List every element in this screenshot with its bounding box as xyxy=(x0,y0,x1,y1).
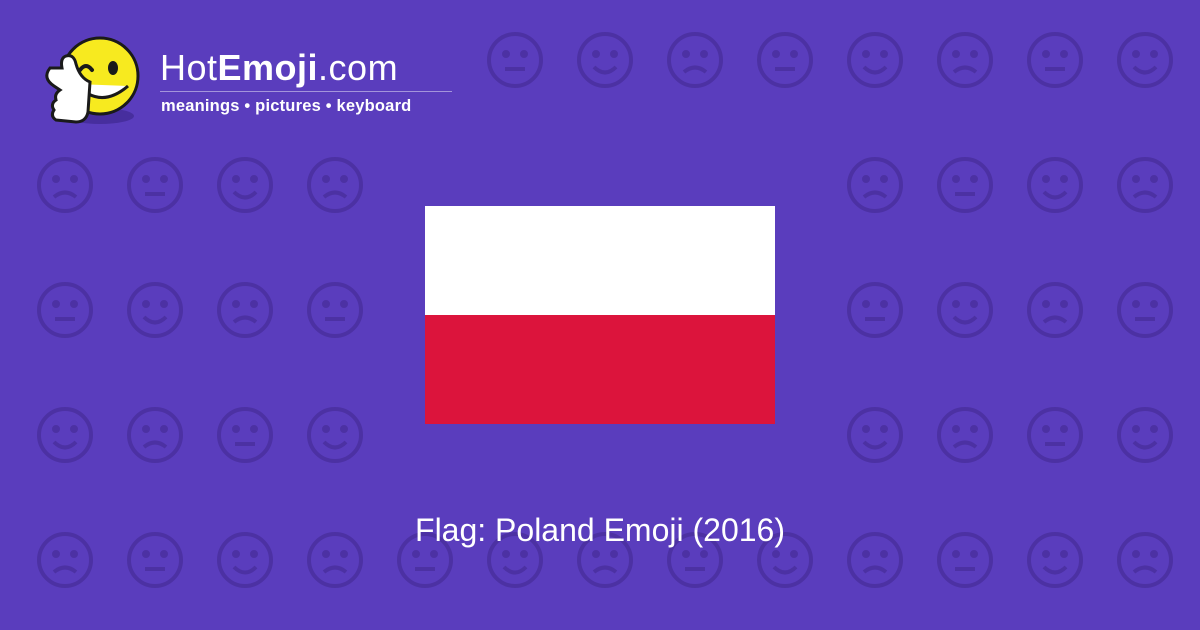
background-emoji-icon xyxy=(937,32,993,88)
background-emoji-icon xyxy=(1027,407,1083,463)
background-emoji-icon xyxy=(667,32,723,88)
emoji-caption: Flag: Poland Emoji (2016) xyxy=(415,512,785,548)
background-emoji-icon xyxy=(1117,407,1173,463)
background-emoji-icon xyxy=(847,407,903,463)
background-emoji-icon xyxy=(1027,157,1083,213)
background-emoji-icon xyxy=(217,407,273,463)
brand-name-part-hot: Hot xyxy=(160,47,218,88)
background-emoji-icon xyxy=(1027,282,1083,338)
background-emoji-icon xyxy=(847,282,903,338)
background-emoji-icon xyxy=(127,282,183,338)
flag-stripe-red xyxy=(425,315,775,424)
brand-divider xyxy=(160,91,452,92)
thumbs-up-smiley-icon xyxy=(45,36,140,124)
background-emoji-icon xyxy=(487,32,543,88)
background-emoji-icon xyxy=(307,282,363,338)
brand-name-part-emoji: Emoji xyxy=(217,47,319,88)
background-emoji-icon xyxy=(37,157,93,213)
background-emoji-icon xyxy=(937,282,993,338)
background-emoji-icon xyxy=(1117,157,1173,213)
background-emoji-icon xyxy=(1117,32,1173,88)
background-emoji-icon xyxy=(127,157,183,213)
background-emoji-icon xyxy=(1117,282,1173,338)
background-emoji-icon xyxy=(937,407,993,463)
background-emoji-icon xyxy=(1027,32,1083,88)
background-emoji-icon xyxy=(757,32,813,88)
background-emoji-icon xyxy=(847,157,903,213)
background-emoji-icon xyxy=(37,282,93,338)
tagline: meanings • pictures • keyboard xyxy=(161,97,412,115)
brand-name-part-domain: .com xyxy=(318,47,399,88)
background-emoji-icon xyxy=(307,157,363,213)
background-emoji-icon xyxy=(217,157,273,213)
background-emoji-icon xyxy=(937,157,993,213)
background-emoji-icon xyxy=(847,32,903,88)
background-emoji-icon xyxy=(127,407,183,463)
background-emoji-icon xyxy=(307,407,363,463)
background-emoji-icon xyxy=(37,407,93,463)
background-emoji-icon xyxy=(577,32,633,88)
site-logo[interactable]: HotEmoji.com meanings • pictures • keybo… xyxy=(40,34,470,134)
brand-name: HotEmoji.com xyxy=(160,48,398,88)
background-emoji-icon xyxy=(217,282,273,338)
flag-poland-icon xyxy=(425,206,775,424)
flag-stripe-white xyxy=(425,206,775,315)
